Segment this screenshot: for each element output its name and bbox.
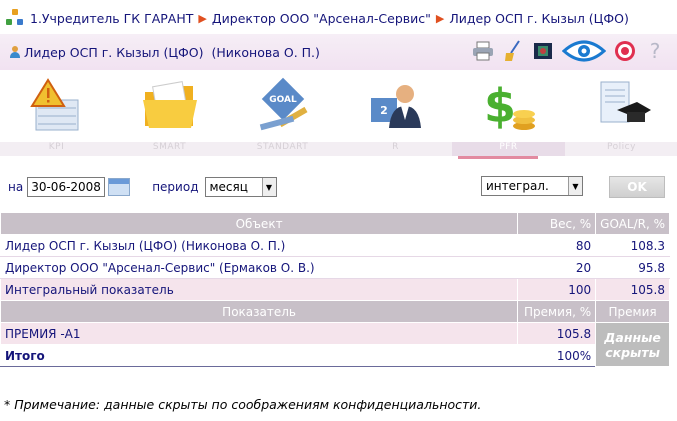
ok-button[interactable]: OK xyxy=(609,176,665,198)
calendar-icon[interactable] xyxy=(108,178,131,196)
row-object-name[interactable]: Директор ООО "Арсенал-Сервис" (Ермаков О… xyxy=(0,256,519,279)
breadcrumb: 1.Учредитель ГК ГАРАНТ ▶ Директор ООО "А… xyxy=(0,4,677,32)
row-bonus-pct: 105.8 xyxy=(517,322,597,345)
printer-icon[interactable] xyxy=(471,38,495,64)
column-header-weight: Вес, % xyxy=(517,212,597,235)
module-standart[interactable]: GOAL STANDART xyxy=(226,72,339,164)
breadcrumb-item-2[interactable]: Лидер ОСП г. Кызыл (ЦФО) xyxy=(449,11,629,26)
scroll-graduation-icon xyxy=(600,81,651,123)
row-weight: 20 xyxy=(517,256,597,279)
module-label: PFR xyxy=(452,142,565,156)
table-row-integral: Интегральный показатель 100 105.8 xyxy=(0,278,670,301)
module-smart[interactable]: SMART xyxy=(113,72,226,164)
toolbar: ? xyxy=(471,38,667,64)
svg-text:GOAL: GOAL xyxy=(269,95,297,105)
period-select[interactable]: месяц ▼ xyxy=(204,177,277,197)
row-goal: 105.8 xyxy=(595,278,670,301)
row-total-pct: 100% xyxy=(517,344,597,367)
user-bar: Лидер ОСП г. Кызыл (ЦФО) (Никонова О. П.… xyxy=(0,34,677,70)
table-row-total: Итого 100% xyxy=(0,344,670,367)
chevron-down-icon: ▼ xyxy=(568,177,582,195)
module-label: STANDART xyxy=(226,142,339,156)
user-card-icon: 2 xyxy=(371,85,421,128)
module-policy[interactable]: Policy xyxy=(565,72,677,164)
footnote: * Примечание: данные скрыты по соображен… xyxy=(4,397,482,412)
arrow-right-icon: ▶ xyxy=(435,11,445,25)
target-icon[interactable] xyxy=(613,38,637,64)
breadcrumb-item-1[interactable]: Директор ООО "Арсенал-Сервис" xyxy=(212,11,431,26)
film-icon[interactable] xyxy=(531,38,555,64)
row-object-name[interactable]: Лидер ОСП г. Кызыл (ЦФО) (Никонова О. П.… xyxy=(0,234,519,257)
eye-icon[interactable] xyxy=(561,38,607,64)
module-r[interactable]: 2 R xyxy=(339,72,452,164)
hidden-data-cell: Данные скрыты xyxy=(595,322,670,367)
row-goal: 108.3 xyxy=(595,234,670,257)
breadcrumb-item-0[interactable]: 1.Учредитель ГК ГАРАНТ xyxy=(30,11,193,26)
arrow-right-icon: ▶ xyxy=(198,11,207,25)
current-user-label: Лидер ОСП г. Кызыл (ЦФО) (Никонова О. П.… xyxy=(24,44,320,60)
column-header-bonus-pct: Премия, % xyxy=(517,300,597,323)
module-kpi[interactable]: KPI xyxy=(0,72,113,164)
row-total-label: Итого xyxy=(0,344,519,367)
row-object-name: Интегральный показатель xyxy=(0,278,519,301)
module-label: R xyxy=(339,142,452,156)
column-header-object: Объект xyxy=(0,212,519,235)
module-pfr[interactable]: $ PFR xyxy=(452,72,565,164)
goal-diamond-icon: GOAL xyxy=(259,77,308,131)
date-input[interactable]: 30-06-2008 xyxy=(27,177,106,197)
svg-text:2: 2 xyxy=(380,104,388,117)
active-module-underline xyxy=(458,156,538,159)
broom-icon[interactable] xyxy=(501,38,525,64)
row-goal: 95.8 xyxy=(595,256,670,279)
svg-text:$: $ xyxy=(484,79,516,133)
org-tree-icon xyxy=(6,9,24,27)
help-icon[interactable]: ? xyxy=(643,38,667,64)
table-row-bonus: ПРЕМИЯ -А1 105.8 Данные скрыты xyxy=(0,322,670,367)
column-header-bonus: Премия xyxy=(595,300,670,323)
mode-select[interactable]: интеграл. ▼ xyxy=(481,176,583,196)
folder-icon xyxy=(143,81,197,128)
results-table: Объект Вес, % GOAL/R, % Лидер ОСП г. Кыз… xyxy=(0,212,670,367)
row-weight: 100 xyxy=(517,278,597,301)
module-bar: KPI SMART GOAL STANDART 2 R $ PFR Policy xyxy=(0,72,677,164)
table-subheader: Показатель Премия, % Премия xyxy=(0,300,670,323)
table-row: Лидер ОСП г. Кызыл (ЦФО) (Никонова О. П.… xyxy=(0,234,670,257)
date-prefix-label: на xyxy=(8,180,24,194)
module-label: Policy xyxy=(565,142,677,156)
row-indicator-name[interactable]: ПРЕМИЯ -А1 xyxy=(0,322,519,345)
dollar-coins-icon: $ xyxy=(484,79,535,133)
column-header-indicator: Показатель xyxy=(0,300,519,323)
kpi-warning-icon xyxy=(30,78,79,131)
module-label: SMART xyxy=(113,142,226,156)
module-label: KPI xyxy=(0,142,113,156)
chevron-down-icon: ▼ xyxy=(261,178,276,196)
table-row: Директор ООО "Арсенал-Сервис" (Ермаков О… xyxy=(0,256,670,279)
table-header: Объект Вес, % GOAL/R, % xyxy=(0,212,670,235)
row-weight: 80 xyxy=(517,234,597,257)
period-label: период xyxy=(152,180,199,194)
user-icon xyxy=(10,46,20,58)
filter-bar: на 30-06-2008 период месяц ▼ интеграл. ▼… xyxy=(0,166,677,208)
column-header-goal: GOAL/R, % xyxy=(595,212,670,235)
